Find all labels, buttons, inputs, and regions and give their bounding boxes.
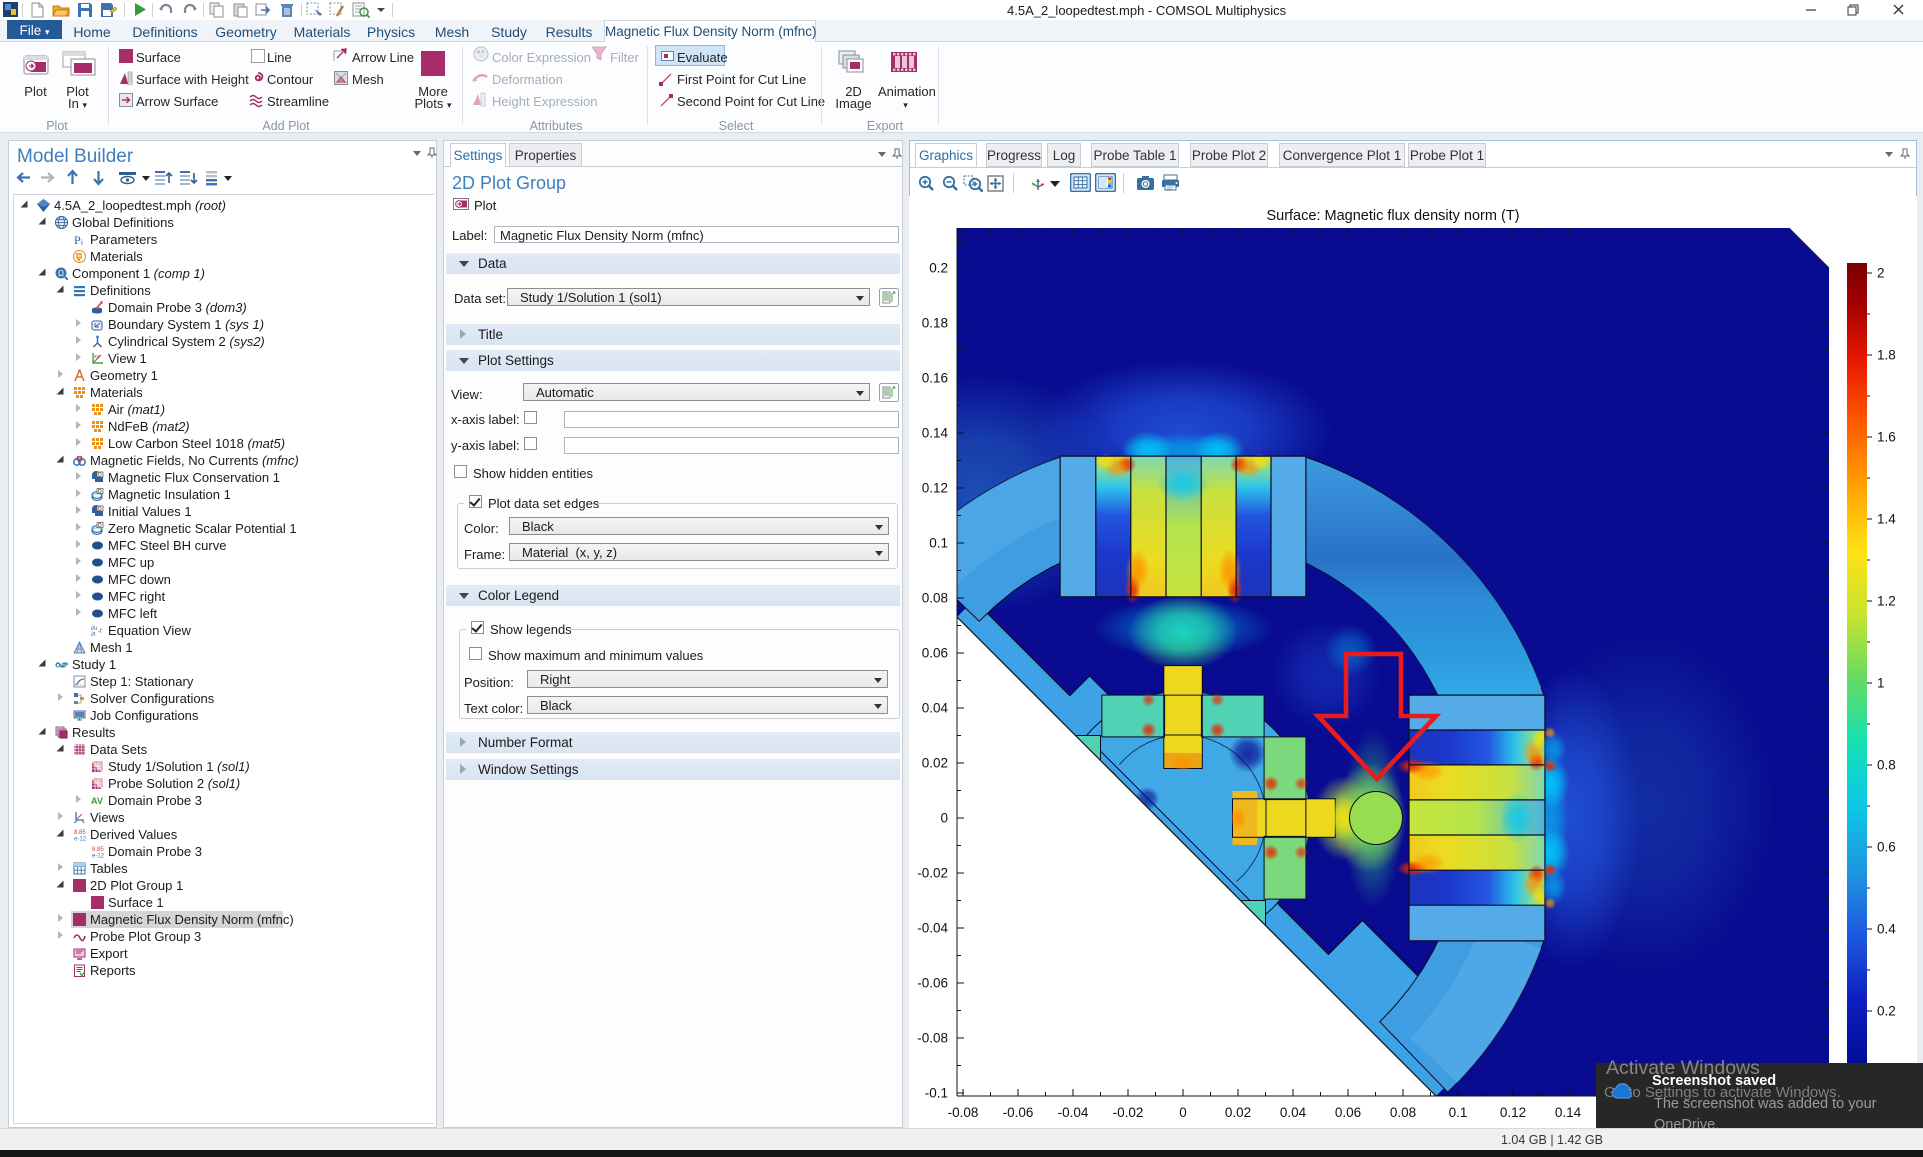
svg-text:1.6: 1.6: [1877, 430, 1896, 445]
svg-text:D: D: [98, 506, 102, 512]
svg-text:-0.08: -0.08: [948, 1105, 979, 1120]
svg-text:0.2: 0.2: [1877, 1004, 1896, 1019]
svg-text:-0.04: -0.04: [917, 921, 948, 936]
svg-text:-f: -f: [98, 629, 102, 635]
svg-text:e-12: e-12: [74, 836, 86, 841]
svg-text:AV: AV: [91, 796, 103, 806]
svg-text:0.08: 0.08: [922, 591, 948, 606]
svg-text:-0.04: -0.04: [1058, 1105, 1089, 1120]
svg-text:0.04: 0.04: [1280, 1105, 1307, 1120]
svg-text:e-12: e-12: [92, 853, 104, 858]
svg-text:0.06: 0.06: [922, 646, 948, 661]
svg-text:1: 1: [1877, 676, 1885, 691]
svg-text:0.12: 0.12: [1500, 1105, 1526, 1120]
svg-text:-0.06: -0.06: [1003, 1105, 1034, 1120]
svg-text:0.14: 0.14: [922, 426, 949, 441]
svg-text:Surface: Magnetic flux density: Surface: Magnetic flux density norm (T): [1266, 208, 1519, 224]
svg-text:0.18: 0.18: [922, 316, 948, 331]
svg-text:0.6: 0.6: [1877, 840, 1896, 855]
svg-text:0.08: 0.08: [1390, 1105, 1416, 1120]
svg-text:0: 0: [1179, 1105, 1187, 1120]
svg-text:0.02: 0.02: [922, 756, 948, 771]
svg-text:2: 2: [1877, 266, 1885, 281]
svg-text:0.8: 0.8: [1877, 758, 1896, 773]
svg-text:i: i: [81, 238, 83, 246]
svg-text:-0.02: -0.02: [1113, 1105, 1144, 1120]
svg-text:-0.08: -0.08: [917, 1031, 948, 1046]
svg-text:0.06: 0.06: [1335, 1105, 1361, 1120]
svg-text:-0.06: -0.06: [917, 976, 948, 991]
svg-text:-0.1: -0.1: [925, 1086, 948, 1101]
svg-text:D: D: [98, 472, 102, 478]
svg-text:1.2: 1.2: [1877, 594, 1896, 609]
svg-text:0.1: 0.1: [1449, 1105, 1468, 1120]
svg-text:0.2: 0.2: [929, 261, 948, 276]
svg-text:1.8: 1.8: [1877, 348, 1896, 363]
svg-text:xy: xy: [94, 354, 100, 360]
svg-text:8.85: 8.85: [74, 830, 86, 836]
svg-text:0.16: 0.16: [922, 371, 948, 386]
svg-text:∂u: ∂u: [91, 625, 97, 632]
svg-text:D: D: [98, 523, 102, 529]
svg-text:1.4: 1.4: [1877, 512, 1896, 527]
svg-text:0: 0: [940, 811, 948, 826]
svg-text:D: D: [98, 489, 102, 495]
svg-text:8.85: 8.85: [92, 847, 104, 853]
svg-text:Ω: Ω: [58, 269, 64, 278]
svg-text:∂t: ∂t: [91, 631, 96, 637]
svg-text:0.12: 0.12: [922, 481, 948, 496]
svg-text:-0.02: -0.02: [917, 866, 948, 881]
svg-text:P: P: [74, 233, 81, 246]
svg-text:0.14: 0.14: [1555, 1105, 1582, 1120]
svg-text:0.1: 0.1: [929, 536, 948, 551]
svg-text:0.02: 0.02: [1225, 1105, 1251, 1120]
svg-text:0.04: 0.04: [922, 701, 949, 716]
svg-text:0.4: 0.4: [1877, 922, 1896, 937]
